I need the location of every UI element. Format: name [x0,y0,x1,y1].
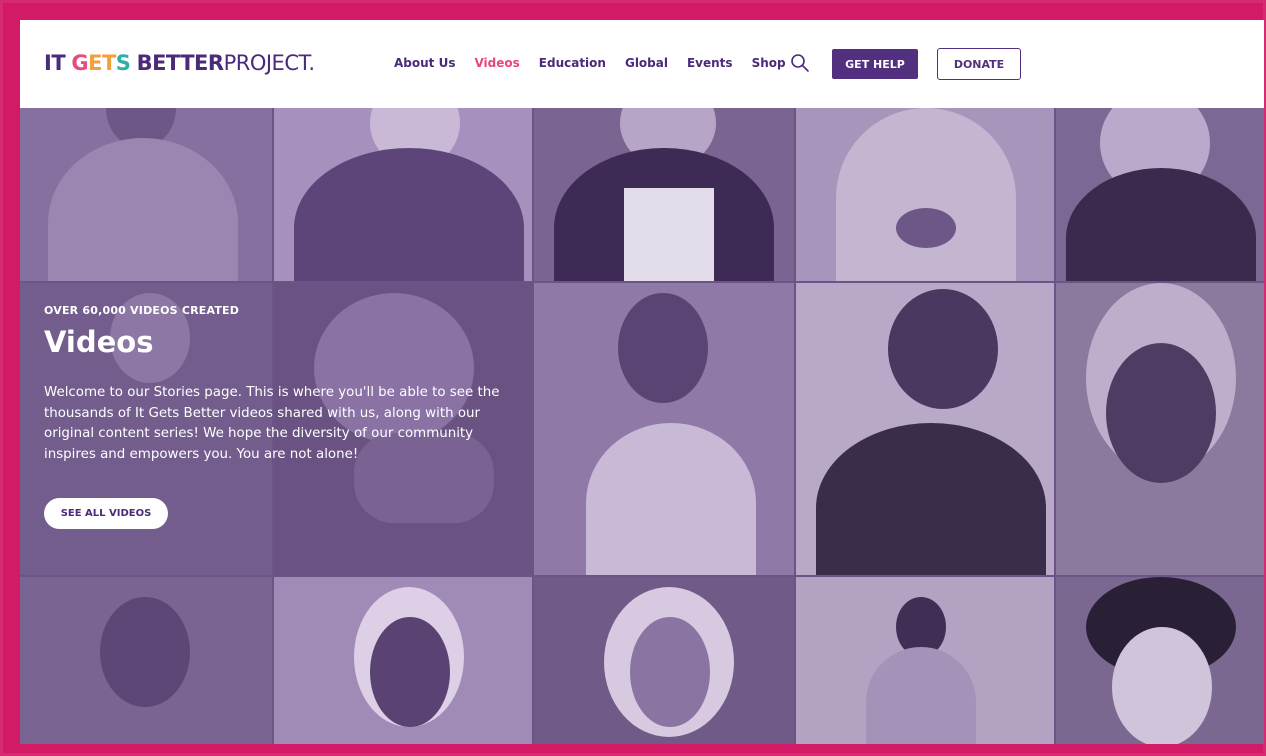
video-tile[interactable] [274,577,532,744]
hero-section: OVER 60,000 VIDEOS CREATED Videos Welcom… [44,304,524,465]
nav-education[interactable]: Education [539,56,606,70]
video-tile[interactable] [20,108,272,281]
nav-shop[interactable]: Shop [752,56,786,70]
hero-eyebrow: OVER 60,000 VIDEOS CREATED [44,304,240,317]
video-tile[interactable] [20,577,272,744]
main-nav: About Us Videos Education Global Events … [394,56,786,70]
video-tile[interactable] [274,108,532,281]
nav-global[interactable]: Global [625,56,668,70]
logo-word-project: PROJECT. [223,51,315,75]
site-header: IT GETS BETTERPROJECT. About Us Videos E… [20,20,1264,108]
video-tile[interactable] [534,577,794,744]
nav-events[interactable]: Events [687,56,733,70]
video-tile[interactable] [534,283,794,575]
search-icon[interactable] [790,53,810,73]
video-tile[interactable] [796,108,1054,281]
site-logo[interactable]: IT GETS BETTERPROJECT. [44,51,315,75]
nav-videos[interactable]: Videos [474,56,519,70]
get-help-button[interactable]: GET HELP [832,49,918,79]
page: IT GETS BETTERPROJECT. About Us Videos E… [20,20,1264,744]
video-tile[interactable] [796,283,1054,575]
logo-word-it: IT [44,51,66,75]
donate-button[interactable]: DONATE [937,48,1021,80]
page-title: Videos [44,325,154,359]
video-tile[interactable] [1056,108,1264,281]
hero-description: Welcome to our Stories page. This is whe… [44,385,500,462]
logo-word-better: BETTER [136,51,225,75]
video-tile[interactable] [796,577,1054,744]
video-tile[interactable] [534,108,794,281]
logo-word-gets: GETS [71,51,131,75]
see-all-videos-button[interactable]: SEE ALL VIDEOS [44,498,168,529]
video-tile[interactable] [1056,577,1264,744]
video-tile[interactable] [1056,283,1264,575]
nav-about-us[interactable]: About Us [394,56,455,70]
